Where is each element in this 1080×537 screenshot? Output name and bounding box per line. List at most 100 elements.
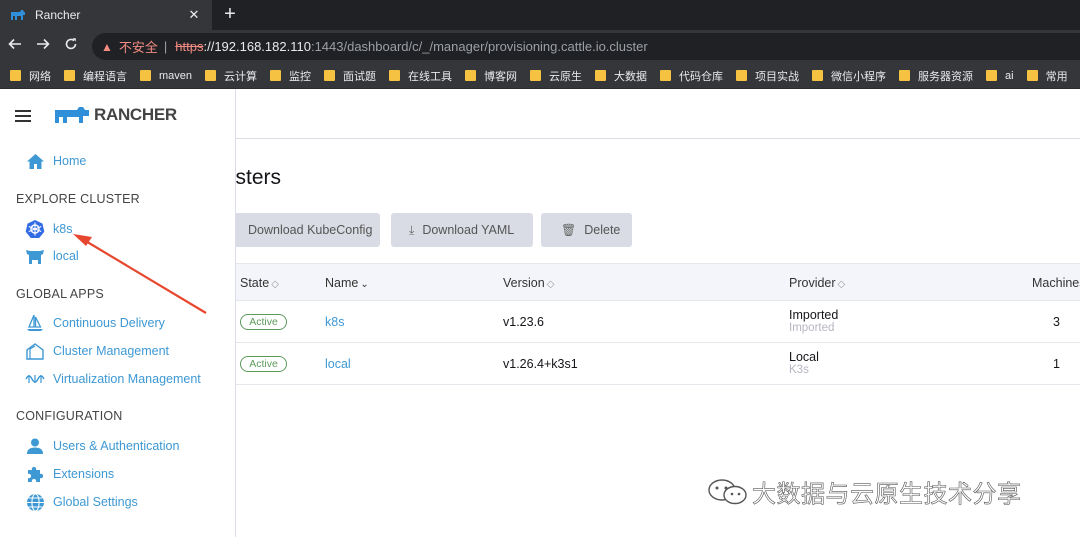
sidebar-item-label: Extensions — [53, 467, 115, 481]
url-host: ://192.168.182.110 — [203, 39, 311, 54]
bookmark-item[interactable]: 在线工具 — [389, 68, 452, 84]
bookmark-item[interactable]: 服务器资源 — [899, 68, 973, 84]
bookmark-item[interactable]: 云计算 — [205, 68, 257, 84]
kubernetes-icon — [25, 219, 45, 239]
cluster-provider: Local — [789, 350, 819, 364]
sidebar-item-label: Home — [53, 154, 87, 168]
warning-icon[interactable]: ▲ — [101, 40, 113, 54]
new-tab-icon[interactable]: + — [220, 4, 240, 24]
hamburger-menu-icon[interactable] — [15, 110, 31, 122]
bookmark-item[interactable]: 云原生 — [530, 68, 582, 84]
folder-icon — [595, 70, 607, 81]
folder-icon — [205, 70, 217, 81]
table-row[interactable]: Active k8s v1.23.6 Imported Imported 3 — [236, 301, 1080, 343]
sidebar-item-continuous-delivery[interactable]: Continuous Delivery — [25, 313, 165, 333]
cluster-provider-sub: K3s — [789, 364, 809, 376]
sidebar-item-cluster-management[interactable]: Cluster Management — [25, 341, 169, 361]
sidebar: RANCHER Home EXPLORE CLUSTER k8s local G… — [0, 89, 236, 537]
bookmark-item[interactable]: 监控 — [270, 68, 311, 84]
page-title: Clusters — [236, 166, 282, 189]
status-badge: Active — [240, 314, 287, 330]
bookmark-label: ai — [1005, 69, 1014, 82]
bookmark-label: 微信小程序 — [831, 70, 887, 83]
sidebar-item-label: Cluster Management — [53, 344, 170, 358]
delete-button[interactable]: 🗑 Delete — [541, 213, 632, 247]
insecure-label[interactable]: 不安全 — [119, 37, 158, 56]
bookmark-label: 在线工具 — [408, 70, 453, 83]
button-label: Download YAML — [422, 223, 515, 237]
folder-icon — [530, 70, 542, 81]
bookmark-item[interactable]: 常用 — [1026, 68, 1068, 84]
sidebar-item-extensions[interactable]: Extensions — [25, 464, 114, 484]
bookmark-item[interactable]: 编程语言 — [64, 68, 127, 84]
section-configuration: CONFIGURATION — [16, 409, 123, 423]
cluster-machines: 1 — [1053, 357, 1060, 371]
rancher-cow-icon — [55, 107, 89, 123]
button-label: Download KubeConfig — [248, 223, 373, 237]
bookmark-item[interactable]: 项目实战 — [736, 68, 799, 84]
folder-icon — [465, 70, 477, 81]
sidebar-item-virtualization-management[interactable]: Virtualization Management — [25, 369, 201, 389]
cluster-name-link[interactable]: local — [325, 357, 351, 371]
column-header-machines[interactable]: Machines — [1032, 276, 1080, 290]
cluster-provider-sub: Imported — [789, 322, 835, 334]
folder-icon — [1026, 70, 1038, 81]
bookmark-item[interactable]: maven — [140, 70, 192, 82]
bookmark-label: 云计算 — [224, 70, 258, 83]
download-yaml-button[interactable]: ⤓ Download YAML — [391, 213, 533, 247]
folder-icon — [812, 70, 824, 81]
logo-text: RANCHER — [94, 105, 177, 124]
folder-icon — [736, 70, 748, 81]
reload-icon[interactable] — [58, 37, 84, 56]
home-icon — [25, 151, 45, 171]
watermark-text: 大数据与云原生技术分享 — [752, 481, 1022, 509]
bookmark-item[interactable]: 面试题 — [324, 68, 376, 84]
folder-icon — [140, 70, 151, 81]
sidebar-item-users-authentication[interactable]: Users & Authentication — [25, 436, 179, 456]
sidebar-item-label: k8s — [53, 222, 73, 236]
column-header-state[interactable]: State ◇ — [240, 276, 279, 290]
wechat-icon — [708, 478, 747, 504]
rancher-logo[interactable]: RANCHER — [54, 105, 177, 125]
url-scheme: https — [175, 39, 204, 54]
close-tab-icon[interactable]: ✕ — [186, 7, 202, 23]
browser-tab-strip: Rancher ✕ + — [0, 0, 1080, 30]
sidebar-item-local[interactable]: local — [25, 246, 79, 266]
bookmark-item[interactable]: 代码仓库 — [660, 68, 723, 84]
url-input[interactable]: ▲ 不安全 | https ://192.168.182.110 :1443/d… — [92, 33, 1080, 60]
address-bar-row: ▲ 不安全 | https ://192.168.182.110 :1443/d… — [0, 30, 1080, 63]
bookmark-label: 面试题 — [343, 70, 377, 83]
back-icon[interactable] — [2, 37, 28, 56]
folder-icon — [899, 70, 911, 81]
column-header-name[interactable]: Name ⌄ — [325, 276, 369, 290]
cluster-name-link[interactable]: k8s — [325, 315, 344, 329]
sidebar-item-label: Virtualization Management — [53, 372, 201, 386]
folder-icon — [64, 70, 75, 81]
bookmark-label: maven — [159, 69, 193, 82]
status-badge: Active — [240, 356, 287, 372]
rancher-cow-icon — [25, 246, 45, 266]
download-kubeconfig-button[interactable]: Download KubeConfig — [236, 213, 380, 247]
table-row[interactable]: Active local v1.26.4+k3s1 Local K3s 1 — [236, 343, 1080, 385]
bookmark-item[interactable]: ai — [986, 70, 1014, 82]
bookmark-item[interactable]: 微信小程序 — [812, 68, 886, 84]
column-header-provider[interactable]: Provider ◇ — [789, 276, 845, 290]
section-explore-cluster: EXPLORE CLUSTER — [16, 192, 140, 206]
forward-icon[interactable] — [30, 37, 56, 56]
browser-tab[interactable]: Rancher ✕ — [0, 0, 212, 30]
sidebar-item-home[interactable]: Home — [25, 151, 86, 171]
bookmarks-bar: 网络 编程语言 maven 云计算 监控 面试题 在线工具 博客网 云原生 大数据 代码仓库 项目实战… — [0, 63, 1080, 89]
bookmark-label: 博客网 — [484, 70, 518, 83]
bookmark-item[interactable]: 大数据 — [595, 68, 647, 84]
bookmark-label: 大数据 — [614, 70, 648, 83]
bookmark-item[interactable]: 博客网 — [465, 68, 517, 84]
folder-icon — [270, 70, 282, 81]
sidebar-item-label: local — [53, 249, 79, 263]
button-label: Delete — [584, 223, 621, 237]
bookmark-label: 服务器资源 — [918, 70, 974, 83]
column-header-version[interactable]: Version ◇ — [503, 276, 554, 290]
bookmark-item[interactable]: 网络 — [10, 68, 51, 84]
sidebar-item-k8s[interactable]: k8s — [25, 219, 72, 239]
sidebar-item-global-settings[interactable]: Global Settings — [25, 492, 138, 512]
bookmark-label: 项目实战 — [755, 70, 800, 83]
